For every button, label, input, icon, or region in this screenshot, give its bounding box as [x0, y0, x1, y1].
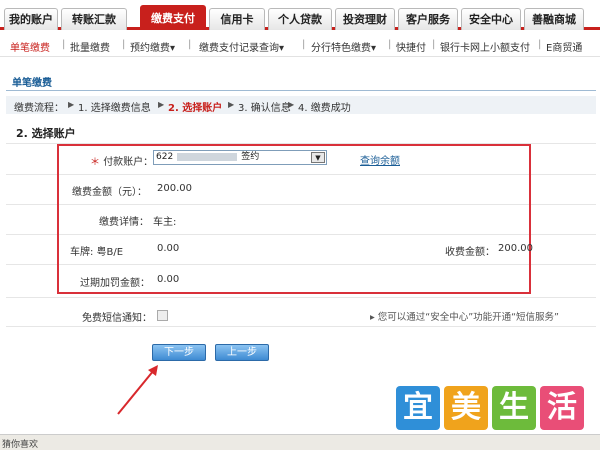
subnav-batch-payment[interactable]: 批量缴费: [70, 39, 110, 54]
step-arrow-icon: ▶: [288, 100, 295, 109]
row-divider: [6, 297, 596, 298]
previous-button[interactable]: 上一步: [215, 344, 269, 361]
status-bar: 猜你喜欢: [0, 434, 600, 450]
annotation-arrow-icon: [117, 365, 158, 415]
subnav-scheduled-payment[interactable]: 预约缴费▾: [130, 39, 175, 54]
fee-value: 200.00: [498, 243, 533, 254]
step-2-current: 2. 选择账户: [168, 103, 223, 114]
status-bar-text[interactable]: 猜你喜欢: [2, 437, 38, 450]
amount-label: 缴费金额（元）：: [72, 187, 147, 198]
chevron-down-icon[interactable]: ▼: [311, 152, 325, 163]
detail-label: 缴费详情：: [99, 217, 149, 228]
logo-tile: 活: [540, 386, 584, 430]
subnav-separator: |: [538, 39, 542, 50]
step-arrow-icon: ▶: [228, 100, 235, 109]
logo-tile: 美: [444, 386, 488, 430]
section-divider: [6, 90, 596, 91]
subnav-separator: |: [188, 39, 192, 50]
account-select[interactable]: 622 签约 ▼: [153, 150, 327, 165]
tab-investment[interactable]: 投资理财: [335, 8, 395, 30]
subnav-quick-pay[interactable]: 快捷付: [396, 39, 426, 54]
sms-hint: ▸ 您可以通过“安全中心”功能开通“短信服务”: [370, 312, 559, 323]
tab-payment[interactable]: 缴费支付: [140, 5, 206, 30]
main-nav-tabs: 我的账户 转账汇款 缴费支付 信用卡 个人贷款 投资理财 客户服务 安全中心 善…: [0, 0, 600, 30]
sms-label: 免费短信通知：: [82, 313, 152, 324]
steps-prefix: 缴费流程：: [14, 103, 64, 114]
step-arrow-icon: ▶: [158, 100, 165, 109]
logo-tile: 宜: [396, 386, 440, 430]
plate-label: 车牌: 粤B/E: [70, 247, 124, 258]
subheading: 2. 选择账户: [16, 127, 76, 140]
subnav-micro-payment[interactable]: 银行卡网上小额支付: [440, 39, 530, 54]
subnav-e-commerce[interactable]: E商贸通: [546, 39, 582, 54]
query-balance-link[interactable]: 查询余额: [360, 152, 400, 167]
penalty-value: 0.00: [157, 274, 180, 285]
amount-value: 200.00: [157, 183, 192, 194]
logo-tile: 生: [492, 386, 536, 430]
subnav-separator: |: [62, 39, 66, 50]
step-arrow-icon: ▶: [68, 100, 75, 109]
subnav-separator: |: [302, 39, 306, 50]
account-number-prefix: 622: [156, 152, 174, 162]
subnav-branch-payment[interactable]: 分行特色缴费▾: [311, 39, 376, 54]
tab-personal-loan[interactable]: 个人贷款: [268, 8, 332, 30]
step-3: 3. 确认信息: [238, 103, 291, 114]
penalty-label: 过期加罚金额：: [80, 278, 150, 289]
tab-my-account[interactable]: 我的账户: [4, 8, 58, 30]
subnav-single-payment[interactable]: 单笔缴费: [10, 39, 50, 54]
progress-steps: 缴费流程： ▶ 1. 选择缴费信息 ▶ 2. 选择账户 ▶ 3. 确认信息 ▶ …: [6, 96, 596, 114]
tab-transfer[interactable]: 转账汇款: [61, 8, 127, 30]
fee-label: 收费金额：: [445, 247, 495, 258]
plate-value: 0.00: [157, 243, 180, 254]
sub-nav: 单笔缴费 | 批量缴费 | 预约缴费▾ | 缴费支付记录查询▾ | 分行特色缴费…: [0, 33, 600, 57]
sms-checkbox[interactable]: [157, 310, 168, 321]
tab-mall[interactable]: 善融商城: [524, 8, 584, 30]
tab-security-center[interactable]: 安全中心: [461, 8, 521, 30]
step-4: 4. 缴费成功: [298, 103, 351, 114]
tab-credit-card[interactable]: 信用卡: [209, 8, 265, 30]
tab-customer-service[interactable]: 客户服务: [398, 8, 458, 30]
detail-value: 车主:: [153, 217, 177, 228]
masked-account-number: [177, 152, 238, 161]
subnav-payment-records[interactable]: 缴费支付记录查询▾: [199, 39, 284, 54]
account-label: ＊ 付款账户：: [90, 157, 154, 168]
section-title: 单笔缴费: [12, 78, 52, 89]
subnav-separator: |: [432, 39, 436, 50]
row-divider: [6, 326, 596, 327]
next-button[interactable]: 下一步: [152, 344, 206, 361]
subnav-separator: |: [388, 39, 392, 50]
account-status: 签约: [241, 152, 260, 162]
subnav-separator: |: [122, 39, 126, 50]
step-1: 1. 选择缴费信息: [78, 103, 151, 114]
